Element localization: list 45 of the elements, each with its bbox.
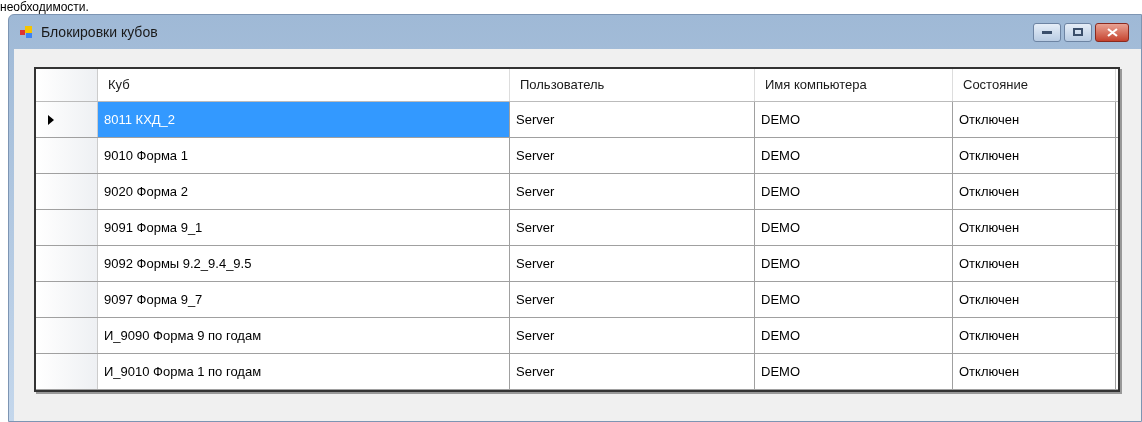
column-header[interactable]: Куб	[98, 69, 510, 101]
close-button[interactable]	[1095, 22, 1129, 42]
table-cell[interactable]: Server	[510, 354, 755, 389]
table-cell[interactable]: Server	[510, 138, 755, 173]
table-cell[interactable]: DEMO	[755, 102, 953, 137]
table-cell[interactable]: DEMO	[755, 246, 953, 281]
maximize-icon	[1073, 28, 1083, 36]
table-cell[interactable]: Server	[510, 210, 755, 245]
table-cell[interactable]: И_9090 Форма 9 по годам	[98, 318, 510, 353]
column-header[interactable]: Имя компьютера	[755, 69, 953, 101]
table-cell[interactable]: DEMO	[755, 354, 953, 389]
window-title: Блокировки кубов	[41, 22, 158, 42]
cut-off-text: необходимости.	[0, 0, 90, 14]
table-cell[interactable]: Server	[510, 282, 755, 317]
table-cell[interactable]: Отключен	[953, 282, 1116, 317]
table-cell[interactable]: Отключен	[953, 174, 1116, 209]
table-cell[interactable]: Server	[510, 318, 755, 353]
table-cell[interactable]: 9020 Форма 2	[98, 174, 510, 209]
current-row-icon	[48, 114, 54, 125]
close-icon	[1106, 27, 1118, 37]
table-cell[interactable]: 9091 Форма 9_1	[98, 210, 510, 245]
table-cell[interactable]: Отключен	[953, 102, 1116, 137]
table-cell[interactable]: DEMO	[755, 318, 953, 353]
table-cell[interactable]: Отключен	[953, 246, 1116, 281]
table-cell[interactable]: Отключен	[953, 210, 1116, 245]
table-cell[interactable]: Server	[510, 174, 755, 209]
column-header[interactable]: Состояние	[953, 69, 1116, 101]
app-icon	[19, 24, 35, 40]
table-cell[interactable]: Отключен	[953, 138, 1116, 173]
minimize-button[interactable]	[1033, 22, 1061, 42]
table-cell[interactable]: DEMO	[755, 138, 953, 173]
maximize-button[interactable]	[1064, 22, 1092, 42]
table-cell[interactable]: 9097 Форма 9_7	[98, 282, 510, 317]
table-cell[interactable]: 9010 Форма 1	[98, 138, 510, 173]
table-cell[interactable]: DEMO	[755, 282, 953, 317]
table-cell[interactable]: Отключен	[953, 354, 1116, 389]
table-cell[interactable]: Server	[510, 102, 755, 137]
table-cell[interactable]: Отключен	[953, 318, 1116, 353]
table-cell[interactable]: 9092 Формы 9.2_9.4_9.5	[98, 246, 510, 281]
table-cell[interactable]: DEMO	[755, 210, 953, 245]
table-cell[interactable]: DEMO	[755, 174, 953, 209]
column-header[interactable]: Пользователь	[510, 69, 755, 101]
table-cell[interactable]: Server	[510, 246, 755, 281]
minimize-icon	[1042, 30, 1052, 34]
table-cell[interactable]: И_9010 Форма 1 по годам	[98, 354, 510, 389]
